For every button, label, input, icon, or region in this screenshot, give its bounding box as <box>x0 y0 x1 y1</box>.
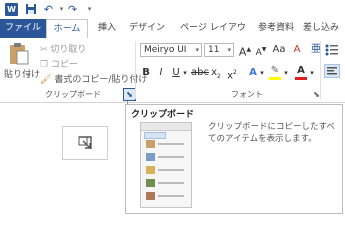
text-effects-icon[interactable]: A <box>246 66 260 80</box>
undo-icon[interactable]: ↶ <box>42 3 55 16</box>
superscript-button[interactable]: x2 <box>225 66 239 81</box>
change-case-button[interactable]: Aa <box>272 43 286 57</box>
paste-dropdown-icon[interactable]: ▾ <box>27 71 31 79</box>
group-separator <box>135 41 136 99</box>
subscript-button[interactable]: x2 <box>209 66 223 80</box>
paste-button[interactable]: 貼り付け <box>4 67 40 80</box>
redo-icon[interactable]: ↷ <box>66 3 79 16</box>
tab-mailings[interactable]: 差し込み <box>303 19 345 38</box>
grow-font-button[interactable]: A▲ <box>238 43 252 59</box>
highlight-swatch <box>269 77 281 80</box>
bold-button[interactable]: B <box>140 66 152 80</box>
thumbnail-item <box>146 152 186 163</box>
thumbnail-item <box>146 139 186 150</box>
font-size-value: 11 <box>208 45 220 55</box>
tab-design[interactable]: デザイン <box>127 19 167 38</box>
tooltip-description: クリップボードにコピーしたすべてのアイテムを表示します。 <box>208 122 335 144</box>
font-size-dropdown-icon: ▾ <box>227 46 231 54</box>
save-icon[interactable] <box>24 3 37 16</box>
highlight-color-icon[interactable]: ✎ <box>268 64 282 80</box>
underline-button[interactable]: U <box>170 66 182 80</box>
thumbnail-header <box>141 123 191 131</box>
tab-insert[interactable]: 挿入 <box>96 19 118 38</box>
clear-formatting-icon[interactable]: A <box>290 43 304 57</box>
text-effects-dropdown-icon[interactable]: ▾ <box>259 66 265 80</box>
format-painter-icon: 🖌 <box>40 75 52 85</box>
bullets-icon[interactable] <box>325 44 339 56</box>
font-color-dropdown-icon[interactable]: ▾ <box>309 66 315 80</box>
font-name-dropdown-icon: ▾ <box>195 46 199 54</box>
thumbnail-item <box>146 165 186 176</box>
font-name-combo[interactable]: Meiryo UI ▾ <box>140 43 202 57</box>
thumbnail-item <box>146 178 186 189</box>
clipboard-group-label: クリップボード <box>45 90 101 99</box>
tab-home[interactable]: ホーム <box>46 19 88 38</box>
font-size-combo[interactable]: 11 ▾ <box>204 43 234 57</box>
underline-dropdown-icon[interactable]: ▾ <box>182 66 188 80</box>
group-separator <box>320 41 321 99</box>
copy-icon: ❐ <box>40 60 49 70</box>
tab-page-layout[interactable]: ページ レイアウト <box>179 19 247 52</box>
font-color-icon[interactable]: A <box>294 64 308 80</box>
copy-label: コピー <box>50 60 78 70</box>
scissors-icon: ✂ <box>40 45 48 55</box>
thumbnail-item <box>146 191 186 202</box>
format-painter-label: 書式のコピー/貼り付け <box>54 75 148 85</box>
word-logo-icon: W <box>5 3 18 16</box>
font-color-swatch <box>295 77 307 80</box>
cut-button[interactable]: ✂ 切り取り <box>40 42 86 55</box>
paste-icon[interactable] <box>8 42 30 66</box>
copy-button[interactable]: ❐ コピー <box>40 57 78 70</box>
highlight-dropdown-icon[interactable]: ▾ <box>283 66 289 80</box>
dialog-launcher-zoom-icon <box>78 136 92 150</box>
shrink-font-button[interactable]: A▼ <box>254 43 268 58</box>
customize-qat-icon[interactable]: ▾ <box>83 3 96 16</box>
tab-file[interactable]: ファイル <box>0 19 46 38</box>
font-group-label: フォント <box>231 90 263 99</box>
cut-label: 切り取り <box>50 45 87 55</box>
launcher-zoom-callout <box>62 126 108 160</box>
align-left-icon[interactable] <box>324 64 340 78</box>
tab-references[interactable]: 参考資料 <box>255 19 297 38</box>
tooltip-title: クリップボード <box>131 110 195 120</box>
thumbnail-button <box>144 132 166 139</box>
italic-button[interactable]: I <box>155 66 167 80</box>
font-name-value: Meiryo UI <box>144 45 187 55</box>
format-painter-button[interactable]: 🖌 書式のコピー/貼り付け <box>40 72 147 85</box>
dialog-launcher-icon: ⬊ <box>126 90 133 99</box>
strikethrough-button[interactable]: abc <box>191 66 209 80</box>
